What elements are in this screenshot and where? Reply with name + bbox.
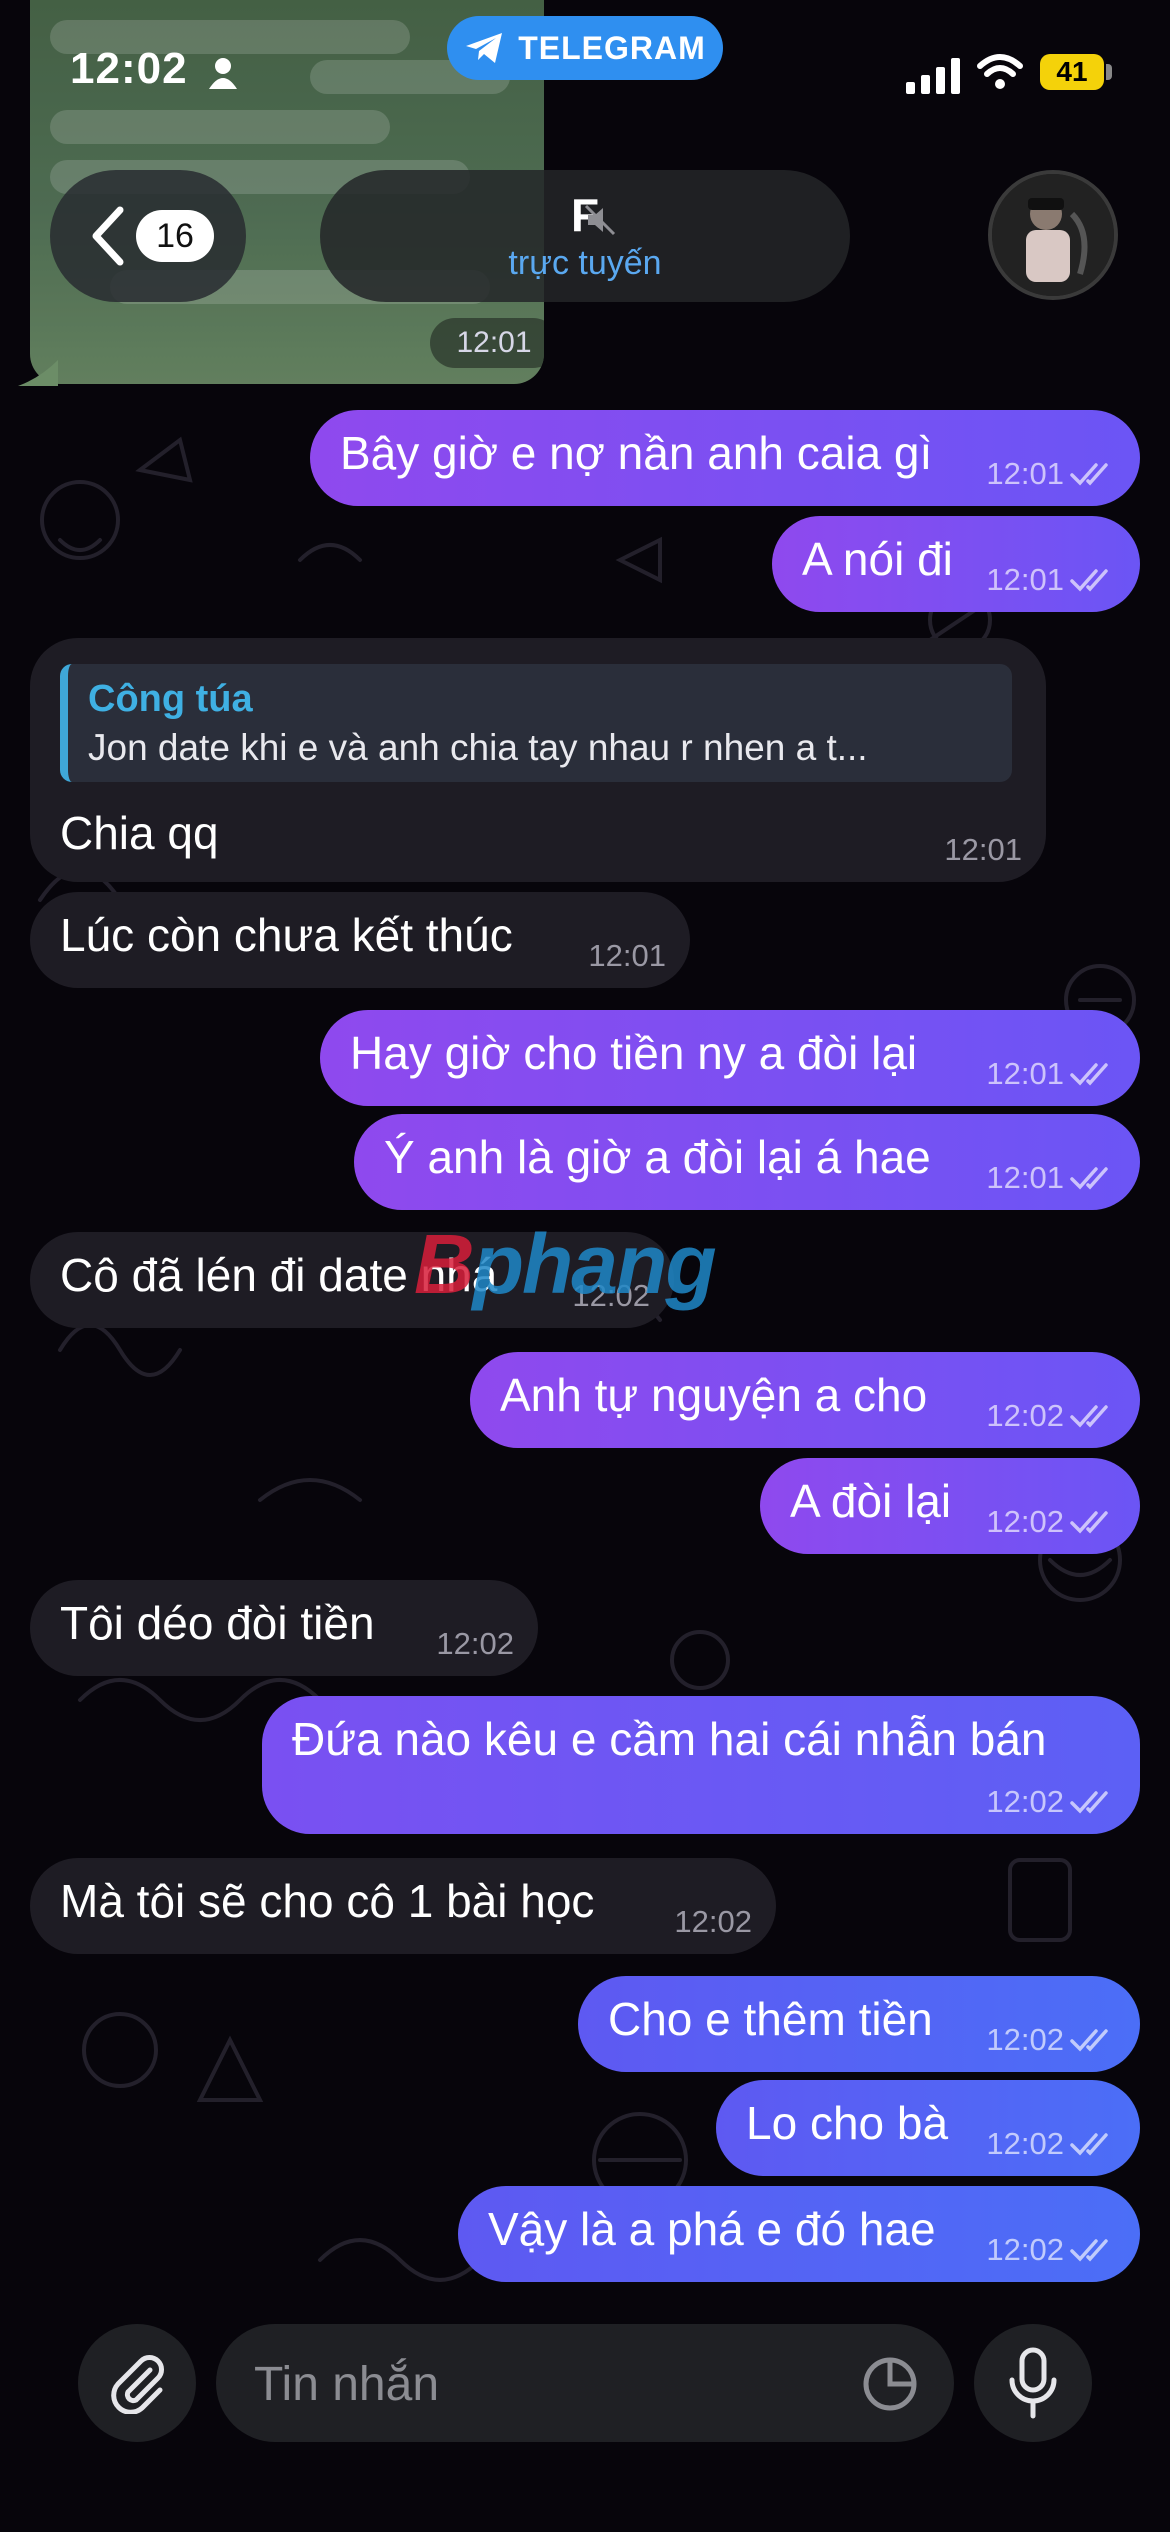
message-text: Cho e thêm tiền xyxy=(608,1993,933,2045)
message-input-placeholder: Tin nhắn xyxy=(254,2358,440,2411)
attach-button[interactable] xyxy=(78,2324,196,2442)
message-time: 12:01 xyxy=(944,832,1022,867)
message-text: A đòi lại xyxy=(790,1475,952,1527)
message-text: Ý anh là giờ a đòi lại á hae xyxy=(384,1131,931,1183)
double-check-icon xyxy=(1070,2133,1108,2156)
message-text: Bây giờ e nợ nần anh caia gì xyxy=(340,427,933,479)
message-meta: 12:02 xyxy=(986,2022,1116,2058)
outgoing-message[interactable]: Đứa nào kêu e cầm hai cái nhẫn bán 12:02 xyxy=(262,1696,1140,1834)
message-meta: 12:01 xyxy=(986,1160,1116,1196)
outgoing-message[interactable]: Hay giờ cho tiền ny a đòi lại 12:01 xyxy=(320,1010,1140,1106)
double-check-icon xyxy=(1070,1511,1108,1534)
status-time: 12:02 xyxy=(70,44,188,93)
message-input[interactable]: Tin nhắn xyxy=(216,2324,954,2442)
message-text: Tôi déo đòi tiền xyxy=(60,1597,375,1649)
outgoing-message[interactable]: Anh tự nguyện a cho 12:02 xyxy=(470,1352,1140,1448)
message-text: Chia qq xyxy=(60,807,219,859)
person-icon xyxy=(209,58,237,89)
message-time: 12:01 xyxy=(986,1056,1064,1091)
back-button[interactable]: 16 xyxy=(50,170,246,302)
message-time: 12:02 xyxy=(986,1784,1064,1819)
battery-indicator: 41 xyxy=(1040,54,1104,90)
outgoing-message[interactable]: Ý anh là giờ a đòi lại á hae 12:01 xyxy=(354,1114,1140,1210)
incoming-message[interactable]: Tôi déo đòi tiền 12:02 xyxy=(30,1580,538,1676)
paperclip-icon xyxy=(111,2355,164,2414)
message-time: 12:02 xyxy=(986,2126,1064,2161)
incoming-message-with-reply[interactable]: Công túa Jon date khi e và anh chia tay … xyxy=(30,638,1046,882)
message-meta: 12:01 xyxy=(986,1056,1116,1092)
message-meta: 12:02 xyxy=(986,1784,1116,1820)
unread-count-badge: 16 xyxy=(136,210,214,262)
double-check-icon xyxy=(1070,1405,1108,1428)
message-text: Anh tự nguyện a cho xyxy=(500,1369,928,1421)
bubble-tail xyxy=(18,360,58,386)
watermark-logo: Bphang xyxy=(414,1217,717,1311)
mute-icon xyxy=(584,204,616,236)
message-meta: 12:01 xyxy=(944,832,1022,868)
signal-icon xyxy=(906,58,960,94)
double-check-icon xyxy=(1070,1791,1108,1814)
message-time: 12:01 xyxy=(430,318,544,368)
message-text: Mà tôi sẽ cho cô 1 bài học xyxy=(60,1875,595,1927)
message-text: Hay giờ cho tiền ny a đòi lại xyxy=(350,1027,918,1079)
reply-sender-name: Công túa xyxy=(88,678,253,720)
message-time: 12:01 xyxy=(986,1160,1064,1195)
message-meta: 12:02 xyxy=(986,1504,1116,1540)
message-meta: 12:02 xyxy=(436,1626,514,1662)
message-text: Vậy là a phá e đó hae xyxy=(488,2203,936,2255)
message-time: 12:02 xyxy=(986,2232,1064,2267)
double-check-icon xyxy=(1070,2029,1108,2052)
incoming-message[interactable]: Mà tôi sẽ cho cô 1 bài học 12:02 xyxy=(30,1858,776,1954)
message-time: 12:02 xyxy=(986,2022,1064,2057)
outgoing-message[interactable]: A đòi lại 12:02 xyxy=(760,1458,1140,1554)
message-time: 12:02 xyxy=(674,1904,752,1939)
message-time: 12:01 xyxy=(986,456,1064,491)
reply-preview[interactable]: Công túa Jon date khi e và anh chia tay … xyxy=(60,664,1012,782)
message-text: Lo cho bà xyxy=(746,2097,949,2149)
message-meta: 12:01 xyxy=(986,562,1116,598)
message-meta: 12:02 xyxy=(986,2126,1116,2162)
telegram-pill-label: TELEGRAM xyxy=(518,29,706,66)
outgoing-message[interactable]: Cho e thêm tiền 12:02 xyxy=(578,1976,1140,2072)
wifi-icon xyxy=(977,54,1023,89)
double-check-icon xyxy=(1070,1063,1108,1086)
message-time: 12:01 xyxy=(588,938,666,973)
battery-tip xyxy=(1106,64,1112,80)
sticker-icon[interactable] xyxy=(860,2354,920,2414)
chat-status: trực tuyến xyxy=(508,244,662,282)
avatar-photo xyxy=(992,174,1114,296)
outgoing-message[interactable]: Bây giờ e nợ nần anh caia gì 12:01 xyxy=(310,410,1140,506)
message-meta: 12:02 xyxy=(674,1904,752,1940)
message-text: Lúc còn chưa kết thúc xyxy=(60,909,513,961)
double-check-icon xyxy=(1070,569,1108,592)
message-meta: 12:01 xyxy=(588,938,666,974)
telegram-pill[interactable]: TELEGRAM xyxy=(447,16,723,80)
avatar[interactable] xyxy=(988,170,1118,300)
message-time: 12:02 xyxy=(986,1398,1064,1433)
voice-message-button[interactable] xyxy=(974,2324,1092,2442)
microphone-icon xyxy=(1009,2347,1057,2419)
reply-quoted-text: Jon date khi e và anh chia tay nhau r nh… xyxy=(88,727,868,768)
incoming-message[interactable]: Lúc còn chưa kết thúc 12:01 xyxy=(30,892,690,988)
double-check-icon xyxy=(1070,2239,1108,2262)
message-time: 12:02 xyxy=(436,1626,514,1661)
telegram-plane-icon xyxy=(466,33,503,63)
outgoing-message[interactable]: Vậy là a phá e đó hae 12:02 xyxy=(458,2186,1140,2282)
double-check-icon xyxy=(1070,1167,1108,1190)
outgoing-message[interactable]: Lo cho bà 12:02 xyxy=(716,2080,1140,2176)
chevron-left-icon xyxy=(92,206,124,266)
message-text: Đứa nào kêu e cầm hai cái nhẫn bán xyxy=(292,1713,1047,1765)
message-meta: 12:01 xyxy=(986,456,1116,492)
message-text: A nói đi xyxy=(802,533,953,585)
message-meta: 12:02 xyxy=(986,1398,1116,1434)
outgoing-message[interactable]: A nói đi 12:01 xyxy=(772,516,1140,612)
message-meta: 12:02 xyxy=(986,2232,1116,2268)
message-time: 12:01 xyxy=(986,562,1064,597)
double-check-icon xyxy=(1070,463,1108,486)
message-time: 12:02 xyxy=(986,1504,1064,1539)
